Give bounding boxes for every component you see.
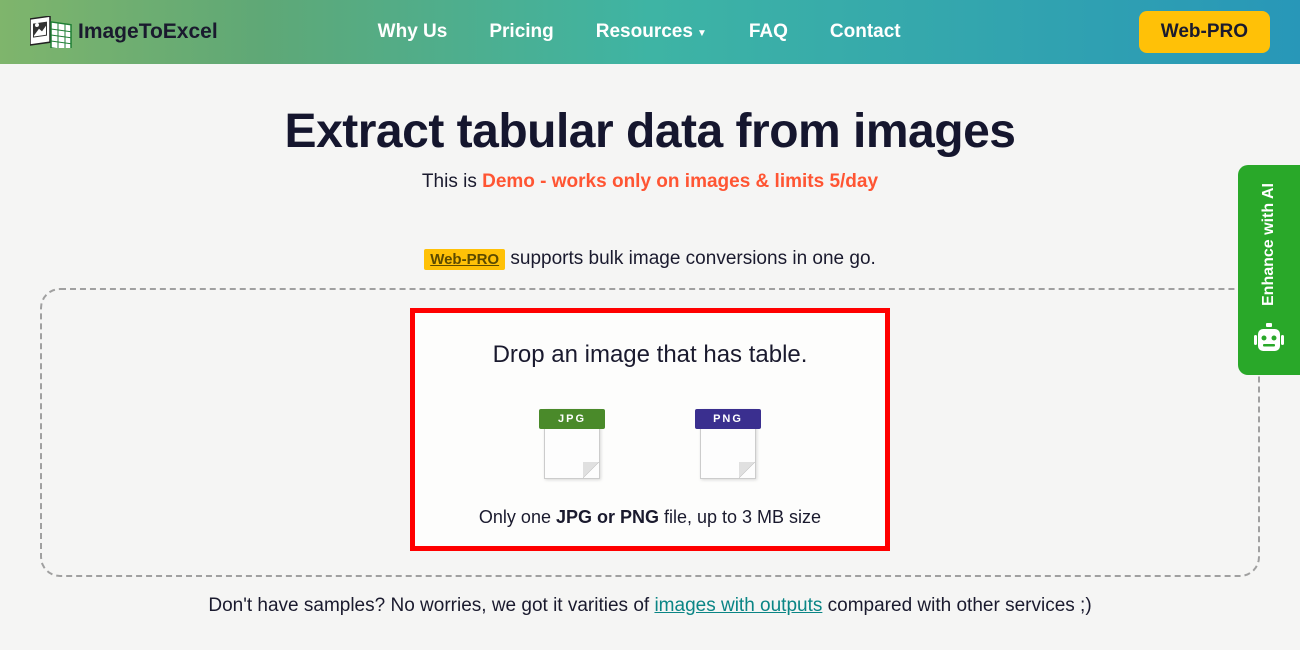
chevron-down-icon: ▼: [697, 28, 707, 39]
drop-zone[interactable]: Drop an image that has table. JPG PNG On…: [410, 308, 890, 551]
samples-text: Don't have samples? No worries, we got i…: [30, 595, 1270, 617]
webpro-info: Web-PRO supports bulk image conversions …: [30, 248, 1270, 270]
page-title: Extract tabular data from images: [30, 104, 1270, 159]
drop-note-bold: JPG or PNG: [556, 507, 659, 527]
subtitle-highlight: Demo - works only on images & limits 5/d…: [482, 171, 878, 192]
drop-note-suffix: file, up to 3 MB size: [659, 507, 821, 527]
webpro-tag-link[interactable]: Web-PRO: [424, 249, 505, 270]
nav-why-us[interactable]: Why Us: [378, 21, 448, 43]
drop-title: Drop an image that has table.: [435, 341, 865, 369]
nav-contact[interactable]: Contact: [830, 21, 901, 43]
logo-text: ImageToExcel: [78, 20, 218, 44]
webpro-button[interactable]: Web-PRO: [1139, 11, 1270, 53]
subtitle-prefix: This is: [422, 171, 482, 192]
jpg-file-icon: JPG: [539, 397, 605, 479]
png-file-icon: PNG: [695, 397, 761, 479]
samples-suffix: compared with other services ;): [822, 595, 1091, 616]
jpg-label: JPG: [539, 409, 605, 429]
samples-link[interactable]: images with outputs: [654, 595, 822, 616]
drop-note: Only one JPG or PNG file, up to 3 MB siz…: [435, 507, 865, 528]
logo-icon: [30, 16, 72, 48]
nav-resources[interactable]: Resources ▼: [596, 21, 707, 43]
webpro-info-text: supports bulk image conversions in one g…: [505, 248, 876, 269]
enhance-ai-tab[interactable]: Enhance with AI: [1238, 165, 1300, 375]
upload-container: Drop an image that has table. JPG PNG On…: [40, 288, 1260, 577]
nav-pricing[interactable]: Pricing: [489, 21, 553, 43]
subtitle: This is Demo - works only on images & li…: [30, 171, 1270, 193]
drop-note-prefix: Only one: [479, 507, 556, 527]
robot-icon: [1252, 321, 1286, 357]
nav-resources-label: Resources: [596, 21, 693, 43]
file-icons: JPG PNG: [435, 397, 865, 479]
main: Extract tabular data from images This is…: [0, 64, 1300, 617]
header: ImageToExcel Why Us Pricing Resources ▼ …: [0, 0, 1300, 64]
png-label: PNG: [695, 409, 761, 429]
logo[interactable]: ImageToExcel: [30, 16, 218, 48]
samples-prefix: Don't have samples? No worries, we got i…: [208, 595, 654, 616]
nav: Why Us Pricing Resources ▼ FAQ Contact: [378, 21, 1139, 43]
enhance-ai-label: Enhance with AI: [1259, 183, 1280, 306]
nav-faq[interactable]: FAQ: [749, 21, 788, 43]
